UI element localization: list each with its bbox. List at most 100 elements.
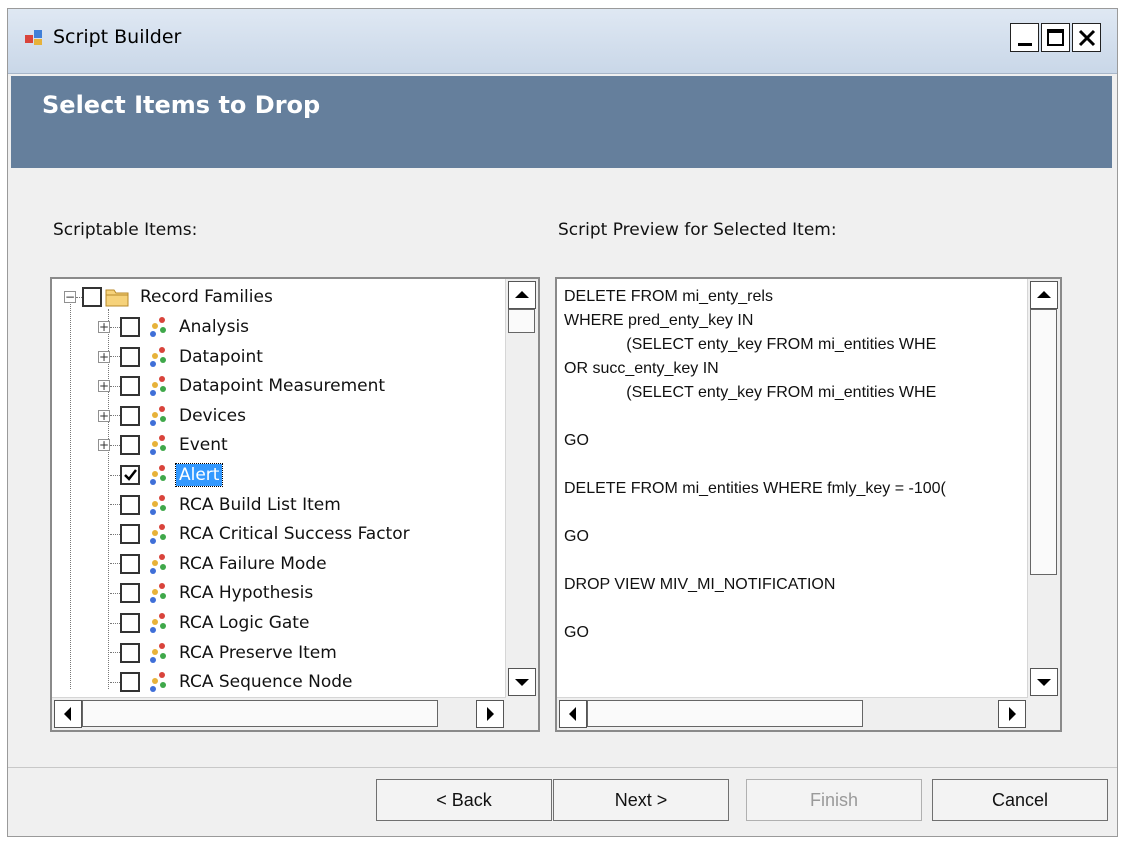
item-checkbox[interactable] <box>120 376 140 397</box>
tree-item[interactable]: RCA Hypothesis <box>98 578 316 608</box>
record-family-icon <box>150 613 166 633</box>
tree-item[interactable]: RCA Sequence Node <box>98 667 356 697</box>
arrow-down-icon <box>515 679 529 686</box>
arrow-down-icon <box>1037 679 1051 686</box>
tree-item[interactable]: RCA Build List Item <box>98 490 344 520</box>
tree-connector <box>110 385 120 387</box>
record-family-icon <box>150 346 166 367</box>
tree-item-label: RCA Build List Item <box>179 494 341 515</box>
scroll-down-button[interactable] <box>1030 668 1058 696</box>
item-checkbox[interactable] <box>120 346 140 367</box>
scroll-thumb[interactable] <box>508 309 535 333</box>
root-checkbox[interactable] <box>82 287 102 307</box>
tree-item[interactable]: + Datapoint <box>98 342 266 372</box>
scriptable-items-label: Scriptable Items: <box>53 220 198 240</box>
maximize-button[interactable] <box>1041 23 1070 52</box>
close-button[interactable] <box>1072 23 1101 52</box>
expand-icon[interactable]: + <box>98 380 110 393</box>
tree-item-label: RCA Failure Mode <box>179 553 327 574</box>
script-preview-box[interactable]: DELETE FROM mi_enty_rels WHERE pred_enty… <box>555 277 1062 732</box>
script-builder-window: Script Builder Select Items to Drop Scri… <box>7 8 1118 837</box>
title-bar[interactable]: Script Builder <box>8 9 1117 74</box>
tree-horizontal-scrollbar[interactable] <box>52 697 506 730</box>
tree-item[interactable]: + Analysis <box>98 312 252 342</box>
item-checkbox[interactable] <box>120 494 140 515</box>
tree-connector <box>110 681 120 683</box>
record-family-icon <box>150 553 166 574</box>
arrow-right-icon <box>487 707 494 721</box>
tree-item-label: Devices <box>179 405 246 426</box>
tree-connector <box>110 444 120 446</box>
item-checkbox[interactable] <box>120 613 140 633</box>
item-checkbox[interactable] <box>120 465 140 485</box>
finish-button[interactable]: Finish <box>746 779 922 821</box>
collapse-icon[interactable]: − <box>64 291 76 303</box>
record-family-icon <box>150 405 166 426</box>
tree-item[interactable]: RCA Critical Success Factor <box>98 519 413 549</box>
wizard-header: Select Items to Drop <box>11 76 1112 168</box>
preview-horizontal-scrollbar[interactable] <box>557 697 1028 730</box>
cancel-button[interactable]: Cancel <box>932 779 1108 821</box>
tree-item-label: RCA Hypothesis <box>179 583 314 604</box>
tree-item[interactable]: + Event <box>98 430 231 460</box>
tree-connector <box>110 356 120 358</box>
scroll-down-button[interactable] <box>508 668 536 696</box>
scroll-up-button[interactable] <box>1030 281 1058 309</box>
item-checkbox[interactable] <box>120 405 140 426</box>
script-preview-text[interactable]: DELETE FROM mi_enty_rels WHERE pred_enty… <box>564 285 1026 645</box>
expand-icon[interactable]: + <box>98 321 110 333</box>
scroll-thumb[interactable] <box>1030 309 1057 575</box>
next-button[interactable]: Next > <box>553 779 729 821</box>
back-button[interactable]: < Back <box>376 779 552 821</box>
tree-connector <box>110 652 120 654</box>
item-checkbox[interactable] <box>120 435 140 456</box>
tree-connector <box>110 504 120 506</box>
arrow-up-icon <box>1037 291 1051 298</box>
tree-item-label: RCA Logic Gate <box>179 613 310 633</box>
scroll-thumb-horizontal[interactable] <box>587 700 863 727</box>
maximize-icon <box>1047 29 1064 46</box>
tree-item[interactable]: RCA Logic Gate <box>98 608 312 638</box>
tree-guide-line <box>70 299 71 689</box>
item-checkbox[interactable] <box>120 583 140 604</box>
tree-item-label: Datapoint <box>179 346 263 367</box>
item-checkbox[interactable] <box>120 672 140 693</box>
scroll-thumb-horizontal[interactable] <box>82 700 438 727</box>
scriptable-items-tree[interactable]: − Record Families + Analysis + Datapoint + Da… <box>50 277 540 732</box>
item-checkbox[interactable] <box>120 317 140 337</box>
scroll-up-button[interactable] <box>508 281 536 309</box>
scroll-right-button[interactable] <box>476 700 504 728</box>
arrow-left-icon <box>569 707 576 721</box>
tree-item[interactable]: Alert <box>98 460 224 490</box>
scroll-left-button[interactable] <box>559 700 587 728</box>
tree-item[interactable]: RCA Preserve Item <box>98 638 340 668</box>
tree-item-label: Record Families <box>140 287 273 307</box>
tree-vertical-scrollbar[interactable] <box>505 279 538 698</box>
arrow-left-icon <box>64 707 71 721</box>
tree-item[interactable]: + Datapoint Measurement <box>98 371 388 401</box>
expand-icon[interactable]: + <box>98 439 110 452</box>
item-checkbox[interactable] <box>120 642 140 663</box>
tree-content: − Record Families + Analysis + Datapoint + Da… <box>52 279 506 698</box>
scroll-right-button[interactable] <box>998 700 1026 728</box>
window-title: Script Builder <box>53 26 182 48</box>
tree-item-label: Datapoint Measurement <box>179 376 386 397</box>
expand-icon[interactable]: + <box>98 409 110 422</box>
tree-connector <box>110 533 120 535</box>
item-checkbox[interactable] <box>120 524 140 545</box>
minimize-icon <box>1018 43 1032 46</box>
tree-connector <box>110 474 120 476</box>
item-checkbox[interactable] <box>120 553 140 574</box>
tree-root-record-families[interactable]: − Record Families <box>64 282 276 312</box>
preview-vertical-scrollbar[interactable] <box>1027 279 1060 698</box>
script-preview-label: Script Preview for Selected Item: <box>558 220 837 240</box>
minimize-button[interactable] <box>1010 23 1039 52</box>
scroll-corner <box>506 698 538 730</box>
tree-item[interactable]: + Devices <box>98 401 249 431</box>
expand-icon[interactable]: + <box>98 350 110 363</box>
folder-icon <box>105 289 129 307</box>
tree-item[interactable]: RCA Failure Mode <box>98 549 330 579</box>
record-family-icon <box>150 435 166 456</box>
record-family-icon <box>150 524 166 545</box>
scroll-left-button[interactable] <box>54 700 82 728</box>
